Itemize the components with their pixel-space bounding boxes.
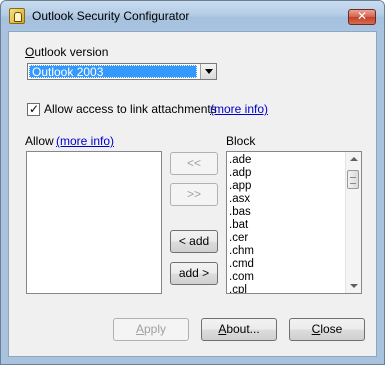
list-item[interactable]: .bas: [229, 206, 251, 219]
list-item[interactable]: .ade: [229, 154, 251, 167]
add-to-allow-button[interactable]: < add: [170, 230, 218, 253]
scroll-up-arrow-icon[interactable]: [350, 157, 358, 161]
lock-app-icon: [9, 8, 25, 24]
list-item[interactable]: .adp: [229, 167, 251, 180]
outlook-version-select[interactable]: Outlook 2003: [27, 63, 217, 80]
window-close-button[interactable]: ✕: [348, 9, 376, 25]
list-item[interactable]: .bat: [229, 219, 248, 232]
chevron-down-icon[interactable]: [200, 64, 216, 79]
window-title: Outlook Security Configurator: [32, 9, 190, 23]
list-item[interactable]: .app: [229, 180, 251, 193]
move-all-to-block-button[interactable]: >>: [170, 183, 218, 206]
block-list[interactable]: .ade .adp .app .asx .bas .bat .cer .chm …: [226, 151, 362, 294]
dialog-window: Outlook Security Configurator ✕ Outlook …: [0, 0, 385, 365]
allow-link-attachments-label[interactable]: Allow access to link attachments: [44, 102, 217, 116]
dialog-body: Outlook version Outlook 2003 ✓ Allow acc…: [8, 31, 377, 357]
link-attachments-more-info-link[interactable]: (more info): [210, 102, 268, 116]
block-list-scrollbar[interactable]: [345, 152, 361, 293]
outlook-version-selected: Outlook 2003: [29, 65, 197, 79]
scroll-down-arrow-icon[interactable]: [350, 284, 358, 288]
checkmark-icon: ✓: [29, 102, 40, 116]
move-all-to-allow-button[interactable]: <<: [170, 152, 218, 175]
list-item[interactable]: .chm: [229, 245, 254, 258]
outlook-version-label: Outlook version: [25, 45, 109, 59]
apply-button[interactable]: Apply: [113, 318, 189, 341]
scroll-thumb[interactable]: [347, 170, 359, 189]
add-to-block-button[interactable]: add >: [170, 262, 218, 285]
title-bar[interactable]: Outlook Security Configurator ✕: [1, 1, 384, 31]
close-icon: ✕: [356, 9, 368, 23]
list-item[interactable]: .cer: [229, 232, 248, 245]
block-label: Block: [226, 134, 256, 148]
allow-more-info-link[interactable]: (more info): [56, 134, 114, 148]
list-item[interactable]: .cmd: [229, 258, 254, 271]
allow-link-attachments-checkbox[interactable]: ✓: [27, 102, 40, 116]
about-button[interactable]: About...: [201, 318, 277, 341]
list-item[interactable]: .asx: [229, 193, 250, 206]
list-item[interactable]: .com: [229, 271, 254, 284]
allow-label: Allow: [25, 134, 54, 148]
list-item[interactable]: .cpl: [229, 284, 247, 293]
allow-list[interactable]: [26, 151, 162, 294]
close-button[interactable]: Close: [289, 318, 365, 341]
